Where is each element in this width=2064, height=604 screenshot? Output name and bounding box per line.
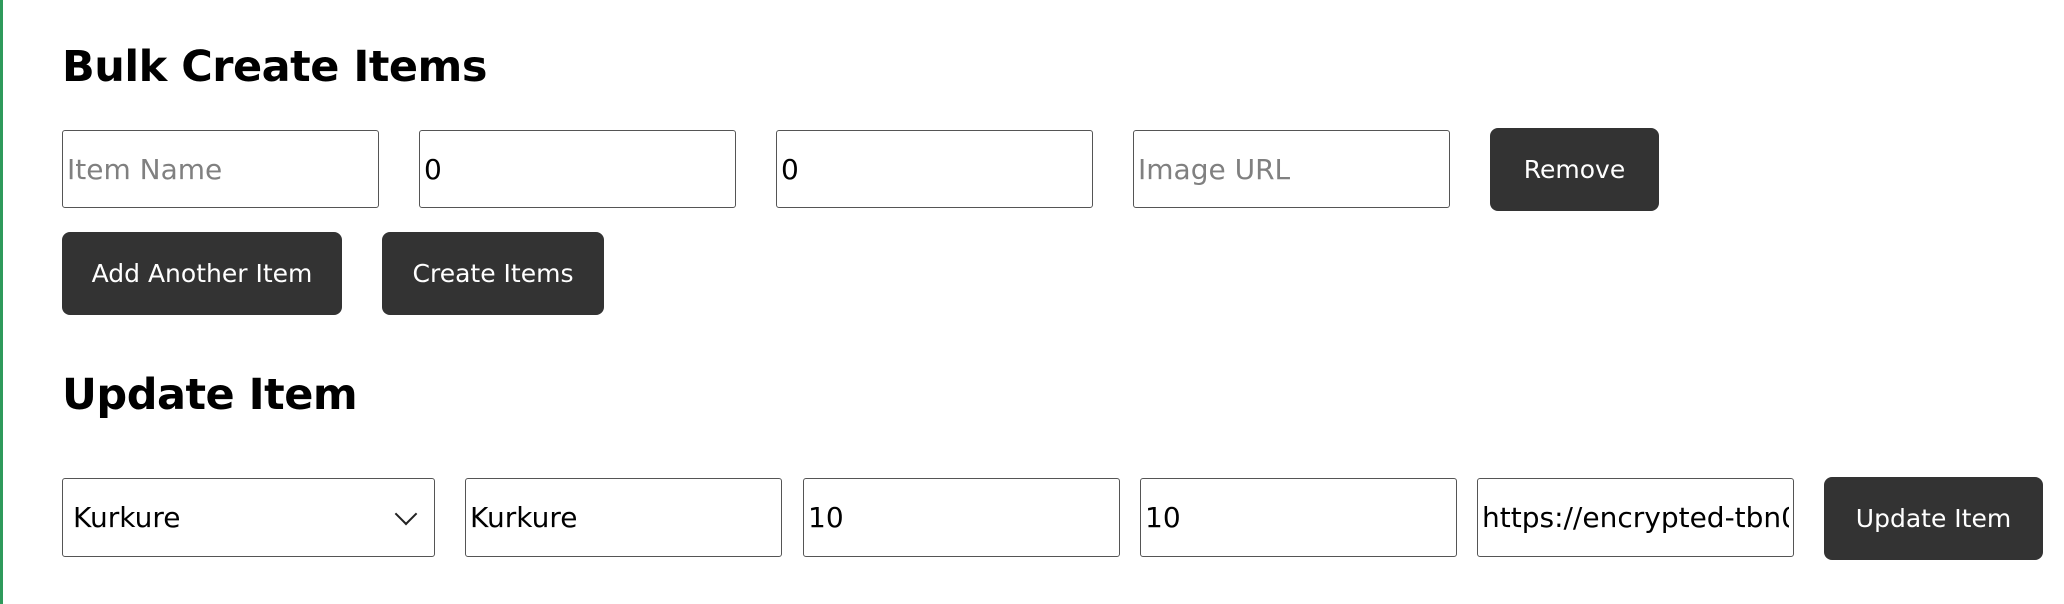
- update-name-input[interactable]: [465, 478, 782, 557]
- left-accent-border: [0, 0, 3, 604]
- update-image-url-input[interactable]: [1477, 478, 1794, 557]
- item-quantity-input[interactable]: [776, 130, 1093, 208]
- bulk-create-heading: Bulk Create Items: [62, 42, 487, 92]
- item-price-input[interactable]: [419, 130, 736, 208]
- item-select-dropdown[interactable]: Kurkure: [62, 478, 435, 557]
- remove-button[interactable]: Remove: [1490, 128, 1659, 211]
- update-item-button[interactable]: Update Item: [1824, 477, 2043, 560]
- create-items-button[interactable]: Create Items: [382, 232, 604, 315]
- chevron-down-icon: [394, 502, 418, 525]
- item-select-value: Kurkure: [73, 501, 181, 534]
- update-item-heading: Update Item: [62, 370, 358, 420]
- item-name-input[interactable]: [62, 130, 379, 208]
- update-price-input[interactable]: [803, 478, 1120, 557]
- image-url-input[interactable]: [1133, 130, 1450, 208]
- update-quantity-input[interactable]: [1140, 478, 1457, 557]
- add-another-item-button[interactable]: Add Another Item: [62, 232, 342, 315]
